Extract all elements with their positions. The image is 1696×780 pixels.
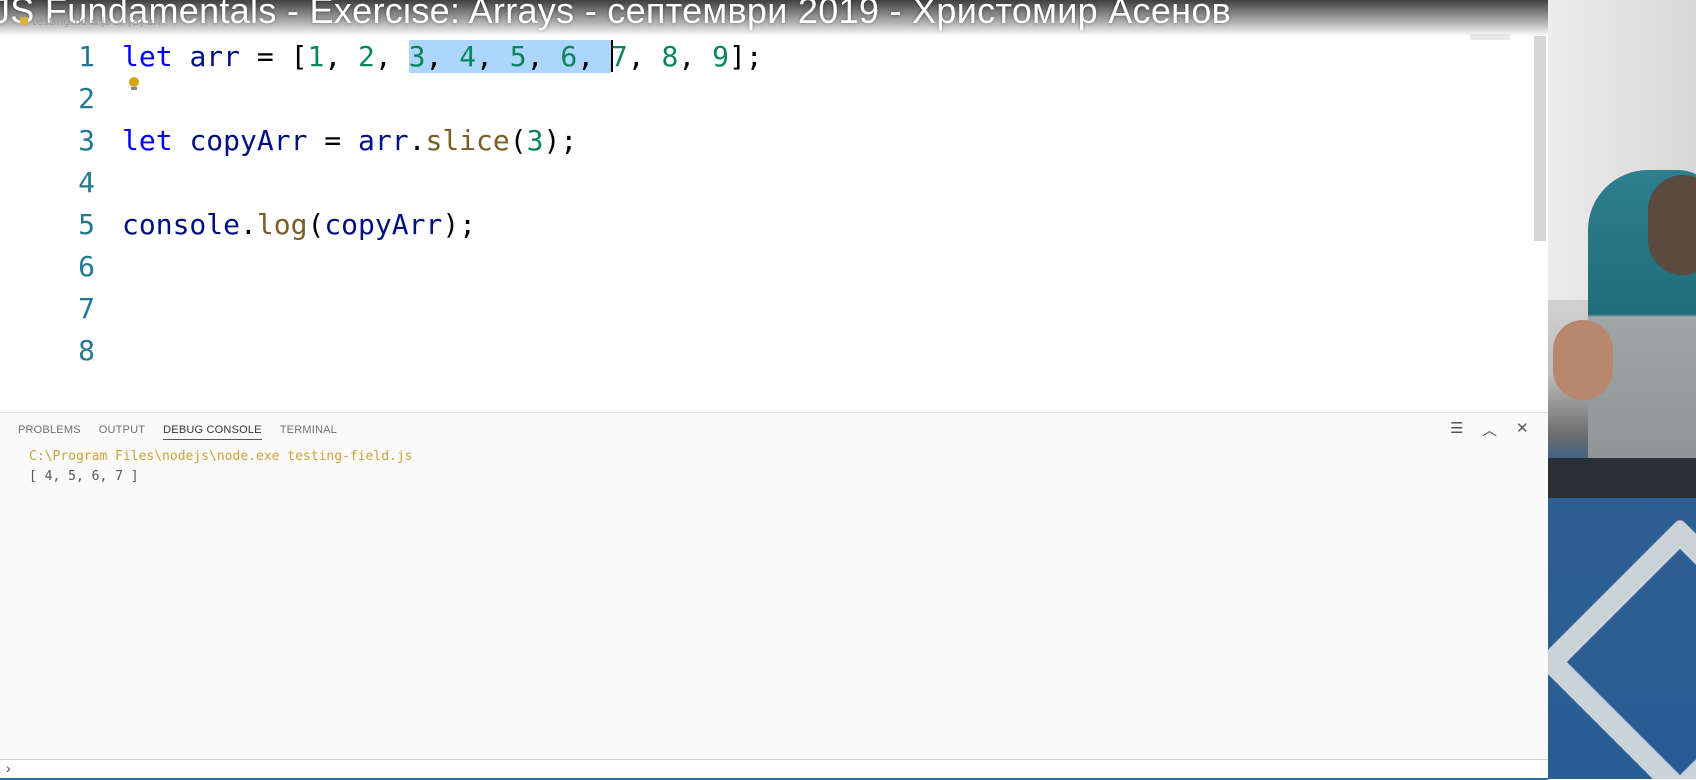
code-token: = [ — [240, 40, 308, 73]
console-command: C:\Program Files\nodejs\node.exe testing… — [29, 449, 413, 464]
code-line[interactable]: 5 console.log(copyArr); — [0, 204, 1530, 246]
code-text[interactable]: let copyArr = arr.slice(3); — [122, 120, 577, 162]
code-token: , — [526, 40, 561, 73]
lightbulb-icon[interactable] — [129, 77, 139, 90]
code-token: slice — [425, 124, 510, 157]
code-text[interactable]: let arr = [1, 2, 3, 4, 5, 6, 7, 8, 9]; — [122, 36, 763, 78]
code-line[interactable]: 2 — [0, 78, 1530, 120]
webcam-overlay — [1548, 0, 1696, 779]
tab-output[interactable]: Output — [99, 424, 145, 436]
video-title-bar: JS Fundamentals - Exercise: Arrays - сеп… — [0, 0, 1548, 36]
code-token: , — [324, 40, 359, 73]
code-token: ( — [509, 124, 527, 157]
code-line[interactable]: 4 — [0, 162, 1530, 204]
code-line[interactable]: 1 let arr = [1, 2, 3, 4, 5, 6, 7, 8, 9]; — [0, 36, 1530, 78]
code-token: 9 — [712, 40, 729, 73]
code-token: . — [240, 208, 257, 241]
code-token: console — [122, 208, 241, 241]
code-token: , — [627, 40, 662, 73]
code-token: = — [307, 124, 359, 157]
code-token: ( — [307, 208, 325, 241]
code-token: 1 — [307, 40, 325, 73]
chevron-up-icon[interactable]: ︿ — [1482, 419, 1497, 440]
code-token: ); — [543, 124, 578, 157]
code-token: let — [122, 40, 173, 73]
code-token: arr — [189, 40, 241, 73]
line-number: 2 — [78, 82, 95, 115]
line-number: 1 — [78, 40, 95, 73]
code-token: ]; — [728, 40, 763, 73]
list-icon[interactable]: ☰ — [1450, 419, 1463, 437]
debug-console-input[interactable]: › — [0, 759, 1548, 780]
line-number: 4 — [78, 166, 95, 199]
code-token: log — [256, 208, 308, 241]
line-number: 8 — [78, 334, 95, 367]
code-token: . — [408, 124, 426, 157]
code-token: arr — [358, 124, 409, 157]
code-token: 3 — [408, 40, 426, 73]
code-token: , — [425, 40, 460, 73]
code-editor[interactable]: testing-field.js 3: [a] arr 1 let arr = [… — [0, 0, 1548, 412]
code-token: , — [678, 40, 713, 73]
panel-tabs: Problems Output Debug Console Terminal — [18, 424, 355, 440]
tab-terminal[interactable]: Terminal — [280, 424, 337, 436]
console-output: [ 4, 5, 6, 7 ] — [29, 469, 139, 484]
code-token: 4 — [459, 40, 477, 73]
line-number: 5 — [78, 208, 95, 241]
code-token: , — [577, 40, 611, 73]
code-token: 8 — [661, 40, 679, 73]
tab-problems[interactable]: Problems — [18, 424, 81, 436]
line-number: 7 — [78, 292, 95, 325]
line-number: 3 — [78, 124, 95, 157]
code-token: ); — [442, 208, 477, 241]
code-token: 5 — [509, 40, 527, 73]
code-token: , — [374, 40, 409, 73]
code-text[interactable]: console.log(copyArr); — [122, 204, 476, 246]
code-token: , — [476, 40, 510, 73]
code-token: 2 — [358, 40, 375, 73]
video-title: JS Fundamentals - Exercise: Arrays - сеп… — [0, 0, 1232, 31]
code-token: copyArr — [324, 208, 443, 241]
close-icon[interactable]: ✕ — [1516, 419, 1529, 437]
bottom-panel: Problems Output Debug Console Terminal ☰ ︿ … — [0, 412, 1548, 780]
code-token: 6 — [560, 40, 578, 73]
code-line[interactable]: 8 — [0, 330, 1530, 372]
code-token: copyArr — [189, 124, 308, 157]
js-file-icon — [20, 17, 28, 25]
logo-watermark — [1548, 517, 1696, 779]
editor-scrollbar[interactable] — [1534, 36, 1546, 241]
editor-breadcrumb: testing-field.js 3: [a] arr — [20, 15, 162, 28]
code-line[interactable]: 3 let copyArr = arr.slice(3); — [0, 120, 1530, 162]
code-line[interactable]: 7 — [0, 288, 1530, 330]
code-line[interactable]: 6 — [0, 246, 1530, 288]
code-token: let — [122, 124, 173, 157]
line-number: 6 — [78, 250, 95, 283]
code-token: 3 — [526, 124, 544, 157]
tab-debug-console[interactable]: Debug Console — [163, 424, 262, 440]
code-token: 7 — [610, 40, 628, 73]
prompt-chevron-icon: › — [6, 760, 11, 776]
